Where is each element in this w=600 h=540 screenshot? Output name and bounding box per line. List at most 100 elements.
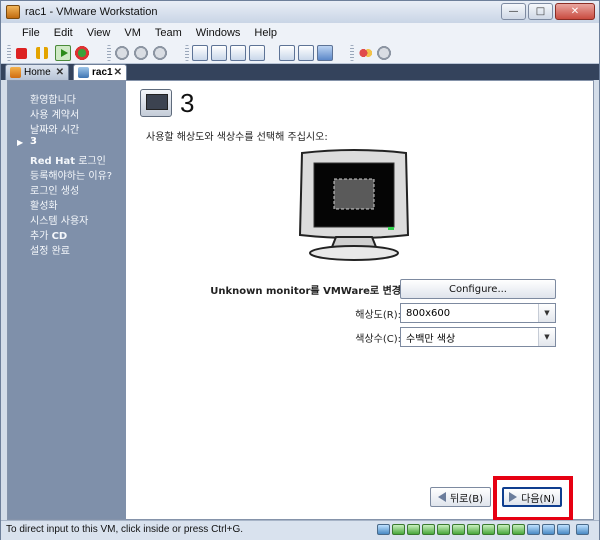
display-prompt: 사용할 해상도와 색상수를 선택해 주십시오: <box>146 132 328 143</box>
step-activation: 활성화 <box>30 201 58 212</box>
appliance-view-icon[interactable] <box>317 45 333 61</box>
menu-team[interactable]: Team <box>148 27 189 39</box>
toolbar-grip-icon <box>185 45 189 61</box>
monitor-row: Unknown monitor를 VMWare로 변경 Configure... <box>126 279 593 299</box>
vmware-window: rac1 - VMware Workstation — □ ✕ File Edi… <box>0 0 600 540</box>
status-text: To direct input to this VM, click inside… <box>6 524 244 535</box>
resolution-row: 해상도(R): 800x600 ▼ <box>126 303 593 323</box>
snapshot-icon[interactable] <box>114 45 130 61</box>
console-view-icon[interactable] <box>279 45 295 61</box>
current-step-arrow-icon: ▶ <box>17 138 24 147</box>
toolbar-separator <box>268 45 276 61</box>
setup-main-panel: 3 사용할 해상도와 색상수를 선택해 주십시오: Unknown monito… <box>126 81 593 519</box>
device-icon[interactable] <box>452 524 465 535</box>
window-controls: — □ ✕ <box>501 3 595 20</box>
step-date-time: 날짜와 시간 <box>30 125 80 136</box>
device-icon[interactable] <box>392 524 405 535</box>
resolution-label: 해상도(R): <box>355 310 401 321</box>
step-title: 3 <box>180 88 195 118</box>
power-off-icon[interactable] <box>16 47 27 59</box>
step-welcome: 환영합니다 <box>30 95 76 106</box>
back-button-label: 뒤로(B) <box>449 493 484 505</box>
message-log-icon[interactable] <box>576 524 589 535</box>
title-bar: rac1 - VMware Workstation — □ ✕ <box>1 1 599 23</box>
team-icon[interactable] <box>357 45 373 61</box>
snapshot-manager-icon[interactable] <box>152 45 168 61</box>
color-depth-select[interactable]: 수백만 색상 ▼ <box>400 327 556 347</box>
back-button[interactable]: 뒤로(B) <box>430 487 491 507</box>
step-finish-setup: 설정 완료 <box>30 246 70 257</box>
toolbar-separator <box>93 45 101 61</box>
device-icon[interactable] <box>437 524 450 535</box>
chevron-down-icon[interactable]: ▼ <box>538 304 555 322</box>
menu-bar: File Edit View VM Team Windows Help <box>1 23 599 43</box>
chevron-down-icon[interactable]: ▼ <box>538 328 555 346</box>
menu-edit[interactable]: Edit <box>47 27 80 39</box>
toolbar <box>1 43 599 64</box>
menu-view[interactable]: View <box>80 27 118 39</box>
window-title: rac1 - VMware Workstation <box>25 6 158 18</box>
tab-rac1-label: rac1 <box>92 67 113 78</box>
color-depth-row: 색상수(C): 수백만 색상 ▼ <box>126 327 593 347</box>
device-icon[interactable] <box>422 524 435 535</box>
monitor-icon <box>298 149 410 261</box>
sound-icon[interactable] <box>557 524 570 535</box>
device-icon[interactable] <box>407 524 420 535</box>
toolbar-separator <box>171 45 179 61</box>
maximize-button[interactable]: □ <box>528 3 553 20</box>
color-depth-label: 색상수(C): <box>355 334 401 345</box>
step-redhat-login: Red Hat 로그인 <box>30 156 106 167</box>
revert-snapshot-icon[interactable] <box>133 45 149 61</box>
menu-windows[interactable]: Windows <box>189 27 248 39</box>
tab-home-close-icon[interactable]: ✕ <box>56 67 64 78</box>
step-why-register: 등록해야하는 이유? <box>30 171 113 182</box>
menu-vm[interactable]: VM <box>117 27 148 39</box>
tab-home-label: Home <box>24 67 51 78</box>
network-icon[interactable] <box>527 524 540 535</box>
toolbar-grip-icon <box>7 45 11 61</box>
back-arrow-icon <box>437 492 446 502</box>
configure-button[interactable]: Configure... <box>400 279 556 299</box>
tab-home[interactable]: Home ✕ <box>5 64 69 80</box>
suspend-icon[interactable] <box>36 47 48 59</box>
resolution-select[interactable]: 800x600 ▼ <box>400 303 556 323</box>
device-icon[interactable] <box>512 524 525 535</box>
menu-help[interactable]: Help <box>247 27 284 39</box>
resolution-value: 800x600 <box>406 307 451 319</box>
device-icon[interactable] <box>482 524 495 535</box>
unity-icon[interactable] <box>249 45 265 61</box>
vmware-app-icon <box>6 5 20 19</box>
step-license: 사용 계약서 <box>30 110 80 121</box>
color-depth-value: 수백만 색상 <box>406 333 456 345</box>
full-screen-icon[interactable] <box>230 45 246 61</box>
step-system-user: 시스템 사용자 <box>30 216 89 227</box>
next-button-highlight <box>493 476 573 521</box>
sidebar-view-icon[interactable] <box>192 45 208 61</box>
summary-view-icon[interactable] <box>298 45 314 61</box>
menu-file[interactable]: File <box>15 27 47 39</box>
vm-console[interactable]: 환영합니다 사용 계약서 날짜와 시간 ▶ 3 Red Hat 로그인 등록해야… <box>7 80 594 520</box>
reset-icon[interactable] <box>74 45 90 61</box>
status-bar: To direct input to this VM, click inside… <box>1 520 599 540</box>
step-additional-cd: 추가 CD <box>30 231 68 242</box>
close-button[interactable]: ✕ <box>555 3 595 20</box>
toolbar-separator <box>336 45 344 61</box>
usb-icon[interactable] <box>542 524 555 535</box>
monitor-label: Unknown monitor를 VMWare로 변경 <box>210 286 401 297</box>
step-current: 3 <box>30 136 37 147</box>
toolbar-grip-icon <box>350 45 354 61</box>
harddisk-icon[interactable] <box>377 524 390 535</box>
device-icon[interactable] <box>467 524 480 535</box>
toolbar-grip-icon <box>107 45 111 61</box>
device-icon[interactable] <box>497 524 510 535</box>
step-create-login: 로그인 생성 <box>30 186 80 197</box>
tab-rac1[interactable]: rac1 ✕ <box>73 64 127 80</box>
vm-icon <box>78 67 89 78</box>
tab-rac1-close-icon[interactable]: ✕ <box>114 67 122 78</box>
power-on-icon[interactable] <box>55 45 71 61</box>
team-settings-icon[interactable] <box>376 45 392 61</box>
minimize-button[interactable]: — <box>501 3 526 20</box>
home-icon <box>10 67 21 78</box>
quick-switch-icon[interactable] <box>211 45 227 61</box>
tab-bar: Home ✕ rac1 ✕ <box>1 64 599 80</box>
